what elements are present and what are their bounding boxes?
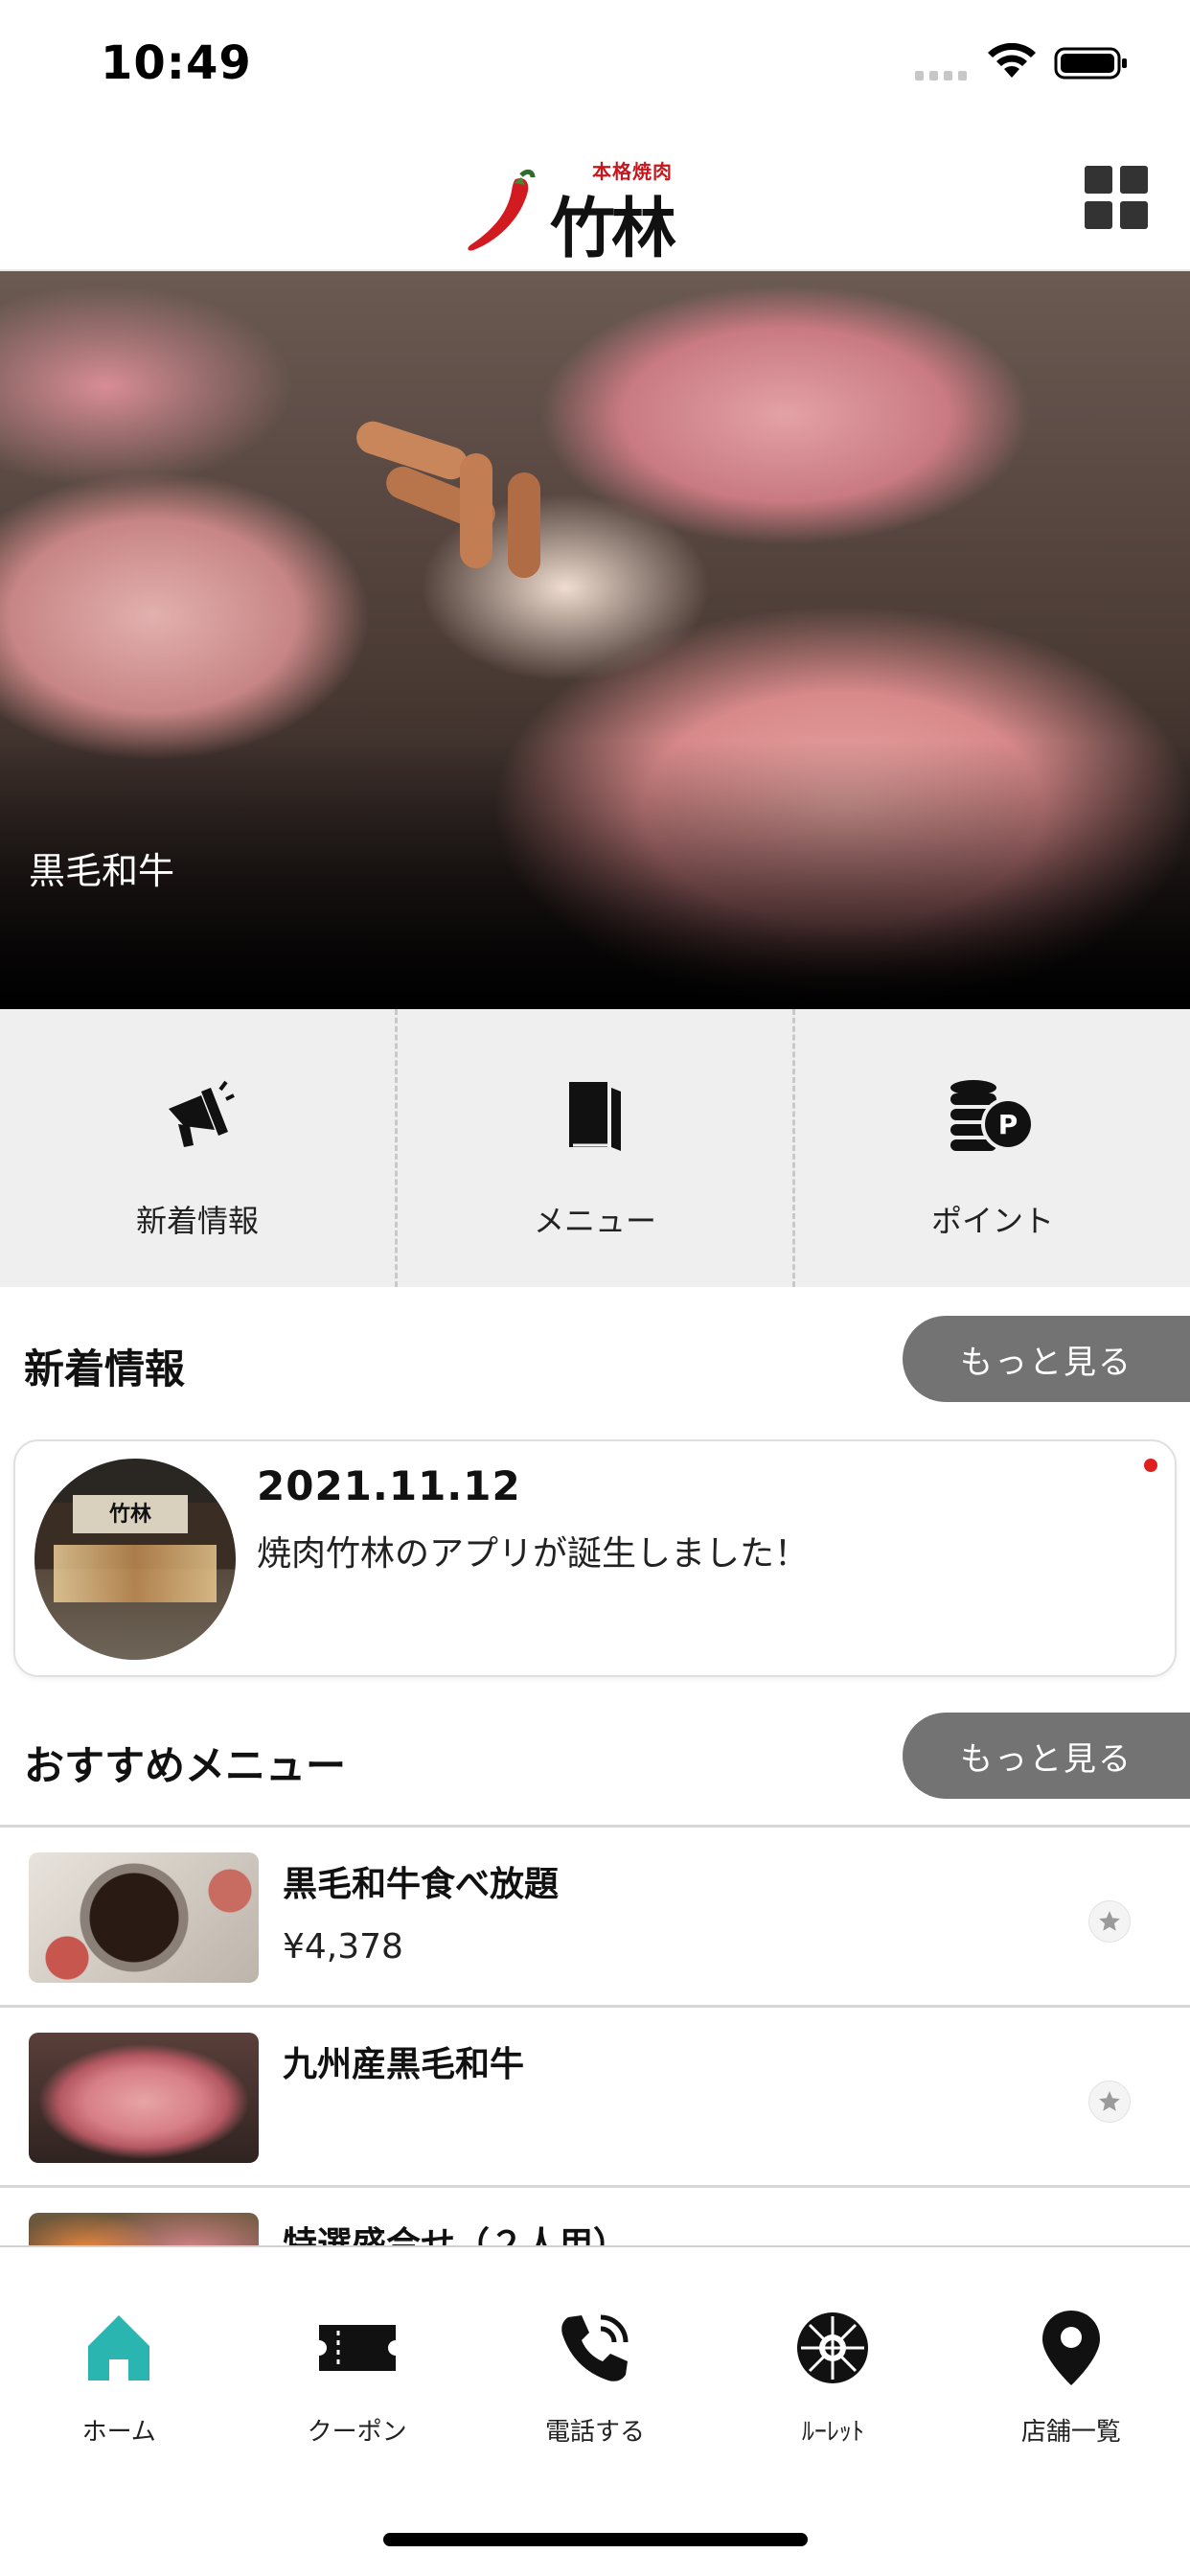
menu-section-title: おすすめメニュー xyxy=(24,1742,347,1789)
menu-item[interactable]: 特選盛合せ（２人用） xyxy=(0,2188,1190,2246)
menu-list: 黒毛和牛食べ放題 ¥4,378 九州産黒毛和牛 特選盛合せ（２人用） xyxy=(0,1825,1190,2246)
logo-title: 竹林 xyxy=(550,191,676,267)
book-icon xyxy=(549,1069,641,1161)
star-icon[interactable] xyxy=(1088,1900,1131,1943)
tab-phone[interactable]: 電話する xyxy=(476,2305,714,2468)
map-pin-icon xyxy=(1028,2305,1114,2391)
menu-item-image xyxy=(29,2213,259,2246)
menu-item-name: 黒毛和牛食べ放題 xyxy=(283,1865,560,1904)
menu-item-image xyxy=(29,2033,259,2163)
ticket-icon xyxy=(314,2305,400,2391)
brand-logo[interactable]: 本格焼肉 竹林 xyxy=(466,152,724,267)
tab-coupon-label: クーポン xyxy=(307,2418,407,2447)
roulette-icon xyxy=(790,2305,876,2391)
quick-nav-points[interactable]: P ポイント xyxy=(792,1009,1190,1287)
menu-item-price: ¥4,378 xyxy=(283,1927,403,1966)
menu-section-header: おすすめメニュー もっと見る xyxy=(0,1713,1190,1799)
svg-text:P: P xyxy=(998,1109,1018,1140)
news-date: 2021.11.12 xyxy=(257,1462,521,1509)
quick-nav: 新着情報 メニュー P ポイント xyxy=(0,1009,1190,1287)
tab-phone-label: 電話する xyxy=(545,2418,646,2447)
quick-nav-news-label: 新着情報 xyxy=(135,1203,259,1239)
news-section-header: 新着情報 もっと見る xyxy=(0,1316,1190,1402)
grid-menu-icon[interactable] xyxy=(1085,166,1148,229)
battery-icon xyxy=(1054,47,1127,80)
tab-home-label: ホーム xyxy=(81,2418,156,2447)
quick-nav-points-label: ポイント xyxy=(930,1203,1054,1239)
status-time: 10:49 xyxy=(101,36,252,90)
news-thumbnail-sign: 竹林 xyxy=(73,1495,188,1533)
menu-more-button[interactable]: もっと見る xyxy=(903,1713,1190,1799)
home-icon xyxy=(76,2305,162,2391)
star-icon[interactable] xyxy=(1088,2081,1131,2123)
news-section-title: 新着情報 xyxy=(24,1346,186,1392)
menu-item-image xyxy=(29,1852,259,1983)
news-thumbnail: 竹林 xyxy=(34,1459,236,1660)
tab-home[interactable]: ホーム xyxy=(0,2305,238,2468)
tab-stores-label: 店舗一覧 xyxy=(1020,2418,1121,2447)
status-bar: 10:49 xyxy=(0,0,1190,129)
menu-item[interactable]: 九州産黒毛和牛 xyxy=(0,2008,1190,2188)
megaphone-icon xyxy=(151,1069,243,1161)
tab-roulette[interactable]: ﾙｰﾚｯﾄ xyxy=(714,2305,951,2468)
quick-nav-news[interactable]: 新着情報 xyxy=(0,1009,395,1287)
chili-pepper-icon xyxy=(468,169,536,251)
app-header: 本格焼肉 竹林 xyxy=(0,129,1190,271)
quick-nav-menu-label: メニュー xyxy=(533,1203,656,1239)
menu-item[interactable]: 黒毛和牛食べ放題 ¥4,378 xyxy=(0,1828,1190,2008)
hero-food-image xyxy=(356,421,540,578)
phone-icon xyxy=(552,2305,638,2391)
home-indicator[interactable] xyxy=(383,2533,808,2546)
menu-item-name: 九州産黒毛和牛 xyxy=(283,2045,525,2084)
hero-caption: 黒毛和牛 xyxy=(29,850,175,892)
news-more-button[interactable]: もっと見る xyxy=(903,1316,1190,1402)
quick-nav-menu[interactable]: メニュー xyxy=(395,1009,792,1287)
tab-coupon[interactable]: クーポン xyxy=(238,2305,475,2468)
news-card[interactable]: 竹林 2021.11.12 焼肉竹林のアプリが誕生しました！ xyxy=(13,1439,1177,1677)
news-text: 焼肉竹林のアプリが誕生しました！ xyxy=(257,1534,810,1574)
wifi-icon xyxy=(988,43,1036,78)
hero-banner[interactable]: 黒毛和牛 xyxy=(0,271,1190,1009)
menu-item-name: 特選盛合せ（２人用） xyxy=(283,2225,629,2246)
tab-roulette-label: ﾙｰﾚｯﾄ xyxy=(801,2418,864,2447)
coins-points-icon: P xyxy=(947,1069,1039,1161)
signal-icon xyxy=(915,71,969,82)
tab-stores[interactable]: 店舗一覧 xyxy=(952,2305,1190,2468)
tab-bar: ホーム クーポン 電話する ﾙｰﾚｯﾄ 店舗一覧 xyxy=(0,2245,1190,2576)
unread-dot xyxy=(1144,1459,1157,1472)
